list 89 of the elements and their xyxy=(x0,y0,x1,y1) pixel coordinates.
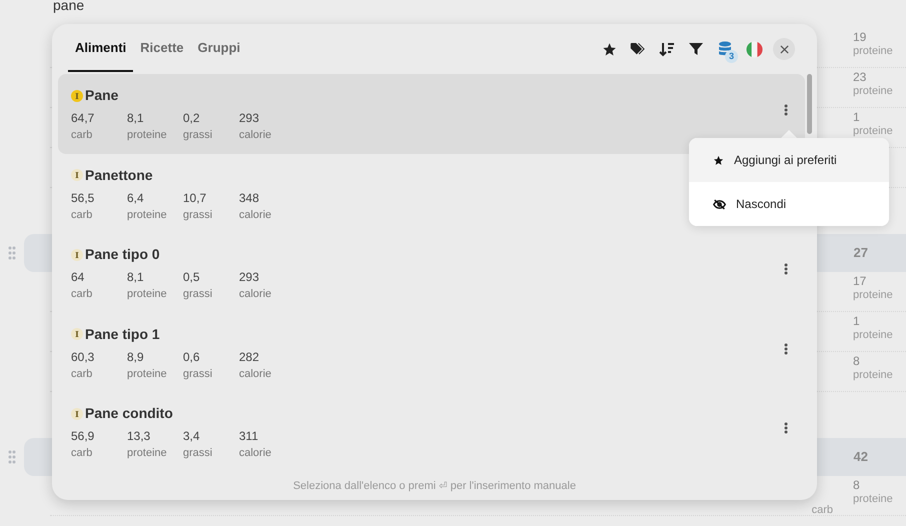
hint-text: Seleziona dall'elenco o premi ⏎ per l'inserimento manuale xyxy=(293,478,576,494)
group-total: 42 xyxy=(854,448,868,466)
cell-label: carb xyxy=(812,503,833,518)
nutrient-label: grassi xyxy=(183,366,214,382)
food-name: Pane condito xyxy=(85,404,173,424)
nutrient-label: calorie xyxy=(239,208,272,223)
nutrient-value: 293 xyxy=(239,110,260,127)
cell-label: proteine xyxy=(853,124,894,138)
menu-item[interactable]: Nascondi xyxy=(689,182,889,226)
menu-pointer xyxy=(781,130,797,138)
nutrient-value: 60,3 xyxy=(71,348,96,366)
star-icon xyxy=(713,154,724,166)
source-badge: I xyxy=(71,328,83,340)
source-badge: I xyxy=(71,248,83,261)
nutrient-value: 8,1 xyxy=(127,269,145,286)
source-badge: I xyxy=(71,408,83,420)
eye-slash-icon xyxy=(713,198,726,210)
nutrient-label: proteine xyxy=(127,287,168,302)
nutrient-label: grassi xyxy=(183,208,214,223)
close-icon xyxy=(780,44,788,54)
nutrient-label: proteine xyxy=(127,446,168,462)
nutrient-label: calorie xyxy=(239,287,272,302)
cell-value: 17 xyxy=(853,274,868,288)
nutrient-value: 64,7 xyxy=(71,110,96,127)
more-icon xyxy=(784,422,788,434)
nutrient-value: 56,9 xyxy=(71,428,96,446)
nutrient-value: 311 xyxy=(239,428,260,446)
nutrient-label: calorie xyxy=(239,446,272,462)
nutrient-label: grassi xyxy=(183,287,214,302)
nutrient-value: 56,5 xyxy=(71,190,96,207)
tab[interactable]: Alimenti xyxy=(68,26,134,72)
drag-handle-icon[interactable] xyxy=(8,450,16,464)
source-badge: I xyxy=(71,90,83,102)
drag-handle-icon[interactable] xyxy=(8,246,16,260)
nutrient-value: 8,9 xyxy=(127,348,145,366)
scrollbar[interactable] xyxy=(807,74,812,134)
more-icon xyxy=(784,342,788,355)
search-text: pane xyxy=(53,0,84,13)
nutrient-value: 0,5 xyxy=(183,269,201,286)
cell-value: 8 xyxy=(853,354,861,368)
nutrient-label: proteine xyxy=(127,366,168,382)
food-name: Pane tipo 1 xyxy=(85,324,160,344)
nutrient-value: 6,4 xyxy=(127,190,145,207)
nutrient-value: 348 xyxy=(239,190,260,207)
nutrient-label: calorie xyxy=(239,366,272,382)
tab[interactable]: Ricette xyxy=(133,26,191,72)
cell-label: proteine xyxy=(853,84,894,98)
nutrient-label: carb xyxy=(71,128,94,143)
cell-label: proteine xyxy=(853,328,894,342)
cell-value: 1 xyxy=(853,110,861,124)
nutrient-value: 10,7 xyxy=(183,190,208,207)
cell-label: proteine xyxy=(853,368,894,382)
flag-icon[interactable] xyxy=(744,39,764,59)
more-icon xyxy=(784,263,788,276)
food-item[interactable]: I Pane 64,7 carb 8,1 proteine 0,2 grassi 293 calorie xyxy=(58,74,805,154)
nutrient-value: 64 xyxy=(71,269,86,286)
nutrient-label: proteine xyxy=(127,208,168,223)
nutrient-label: grassi xyxy=(183,446,214,462)
nutrient-label: carb xyxy=(71,366,94,382)
nutrient-value: 282 xyxy=(239,348,260,366)
nutrient-value: 0,6 xyxy=(183,348,201,366)
nutrient-label: carb xyxy=(71,446,94,462)
food-name: Pane tipo 0 xyxy=(85,245,160,264)
nutrient-label: calorie xyxy=(239,128,272,143)
nutrient-label: proteine xyxy=(127,128,168,143)
nutrient-value: 13,3 xyxy=(127,428,152,446)
cell-label: proteine xyxy=(853,288,894,302)
nutrient-value: 3,4 xyxy=(183,428,201,446)
nutrient-value: 8,1 xyxy=(127,110,145,127)
cell-value: 23 xyxy=(853,70,868,84)
food-name: Panettone xyxy=(85,166,153,185)
group-total: 27 xyxy=(854,244,868,262)
cell-value: 1 xyxy=(853,314,861,328)
nutrient-label: carb xyxy=(71,208,94,223)
cell-value: 8 xyxy=(853,478,861,492)
nutrient-label: grassi xyxy=(183,128,214,143)
nutrient-value: 293 xyxy=(239,269,260,286)
tab[interactable]: Gruppi xyxy=(190,26,248,72)
cell-label: proteine xyxy=(853,44,894,58)
cell-value: 19 xyxy=(853,30,868,44)
menu-item[interactable]: Aggiungi ai preferiti xyxy=(689,138,889,182)
more-icon xyxy=(784,104,788,116)
close-button[interactable] xyxy=(773,38,795,60)
nutrient-label: carb xyxy=(71,287,94,302)
source-badge: I xyxy=(71,169,83,182)
nutrient-value: 0,2 xyxy=(183,110,201,127)
count-badge: 3 xyxy=(725,50,738,63)
food-name: Pane xyxy=(85,86,118,105)
cell-label: proteine xyxy=(853,492,894,506)
